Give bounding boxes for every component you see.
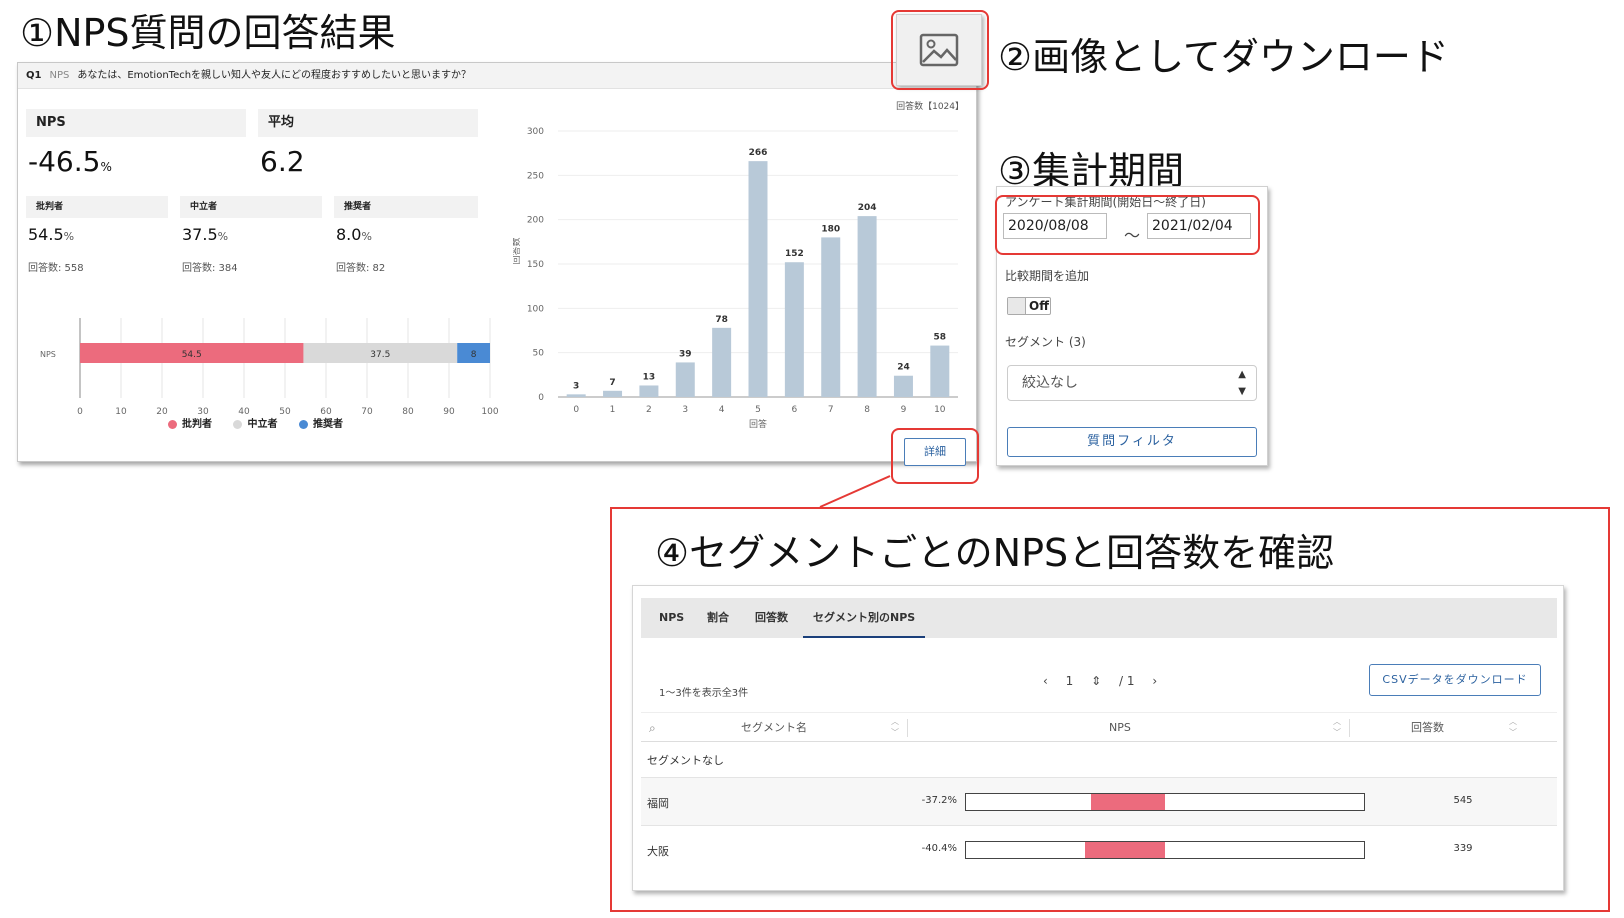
legend-promoter: 推奨者 [298,419,343,430]
x-tick-label: 20 [156,407,168,417]
stacked-bar-label: 54.5 [182,350,202,360]
histogram-bar [639,385,659,397]
y-tick-label: 0 [538,393,544,403]
histogram-bar [566,394,586,397]
data-label: 266 [749,148,768,158]
avg-label: 平均 [258,109,478,137]
x-tick-label: 1 [610,405,616,415]
x-tick-label: 6 [791,405,797,415]
question-filter-button[interactable]: 質問フィルタ [1007,427,1257,457]
highlight-image-download [891,10,989,90]
nps-label: NPS [26,109,246,137]
x-tick-label: 5 [755,405,761,415]
x-tick-label: 10 [934,405,946,415]
nps-value: -46.5% [28,145,112,178]
x-tick-label: 100 [481,407,498,417]
nps-result-panel: Q1 NPS あなたは、EmotionTechを親しい知人や友人にどの程度おすすめし… [17,62,977,462]
stacked-bar-label: 8 [471,350,477,360]
x-axis-label: 回答 [749,418,767,430]
avg-value: 6.2 [260,145,305,178]
heading-image-download: ②画像としてダウンロード [998,35,1449,79]
histogram-bar [784,262,804,397]
y-tick-label: 150 [527,260,544,270]
highlight-period [995,195,1260,255]
compare-period-toggle[interactable]: Off [1007,297,1051,315]
data-label: 152 [785,249,804,259]
data-label: 204 [858,203,877,213]
y-tick-label: 200 [527,216,544,226]
x-tick-label: 2 [646,405,652,415]
segment-label: セグメント (3) [1005,335,1086,349]
histogram-bar [603,390,623,397]
highlight-segment-panel [610,507,1610,912]
x-tick-label: 0 [573,405,579,415]
select-arrows-icon: ▲ ▼ [1238,369,1246,397]
nps-histogram-chart: 0501001502002503003071132393784266515261… [513,127,958,430]
histogram-bar [893,375,913,397]
data-label: 24 [897,363,910,373]
data-label: 7 [609,378,615,388]
data-label: 39 [679,349,692,359]
highlight-detail-button [891,428,979,484]
detractor-count: 回答数: 558 [28,263,84,274]
question-header: Q1 NPS あなたは、EmotionTechを親しい知人や友人にどの程度おすすめし… [18,63,976,89]
legend-passive: 中立者 [233,419,277,430]
x-tick-label: 4 [719,405,725,415]
detractor-label: 批判者 [26,196,168,218]
y-tick-label: 50 [533,349,545,359]
stacked-legend: 批判者 中立者 推奨者 [168,415,361,430]
detractor-value: 54.5% [28,225,75,244]
x-tick-label: 7 [828,405,834,415]
data-label: 58 [934,333,947,343]
y-tick-label: 100 [527,304,544,314]
histogram-bar [821,237,841,397]
data-label: 180 [821,224,840,234]
passive-count: 回答数: 384 [182,263,238,274]
x-tick-label: 3 [682,405,688,415]
y-tick-label: 250 [527,171,544,181]
legend-detractor: 批判者 [168,419,212,430]
promoter-count: 回答数: 82 [336,263,386,274]
data-label: 13 [643,372,656,382]
y-axis-label: 回答数 [513,237,522,264]
x-tick-label: 0 [77,407,83,417]
promoter-label: 推奨者 [334,196,478,218]
data-label: 3 [573,381,579,391]
promoter-value: 8.0% [336,225,372,244]
histogram-bar [857,216,877,397]
histogram-bar [675,362,695,397]
histogram-bar [748,161,768,397]
x-tick-label: 8 [864,405,870,415]
passive-value: 37.5% [182,225,229,244]
question-text: あなたは、EmotionTechを親しい知人や友人にどの程度おすすめしたいと思い… [77,70,472,81]
category-label: NPS [40,350,56,359]
data-label: 78 [715,315,728,325]
heading-nps-result: ①NPS質問の回答結果 [20,11,396,55]
x-tick-label: 9 [901,405,907,415]
y-tick-label: 300 [527,127,544,137]
x-tick-label: 80 [402,407,414,417]
histogram-bar [930,345,950,397]
histogram-bar [712,327,732,397]
x-tick-label: 10 [115,407,127,417]
question-number: Q1 [26,70,42,81]
segment-select[interactable]: 絞込なし ▲ ▼ [1007,365,1257,401]
x-tick-label: 90 [443,407,455,417]
question-tag: NPS [49,70,70,81]
compare-period-label: 比較期間を追加 [1005,269,1090,283]
x-tick-label: 70 [361,407,373,417]
passive-label: 中立者 [180,196,322,218]
stacked-bar-label: 37.5 [370,350,390,360]
